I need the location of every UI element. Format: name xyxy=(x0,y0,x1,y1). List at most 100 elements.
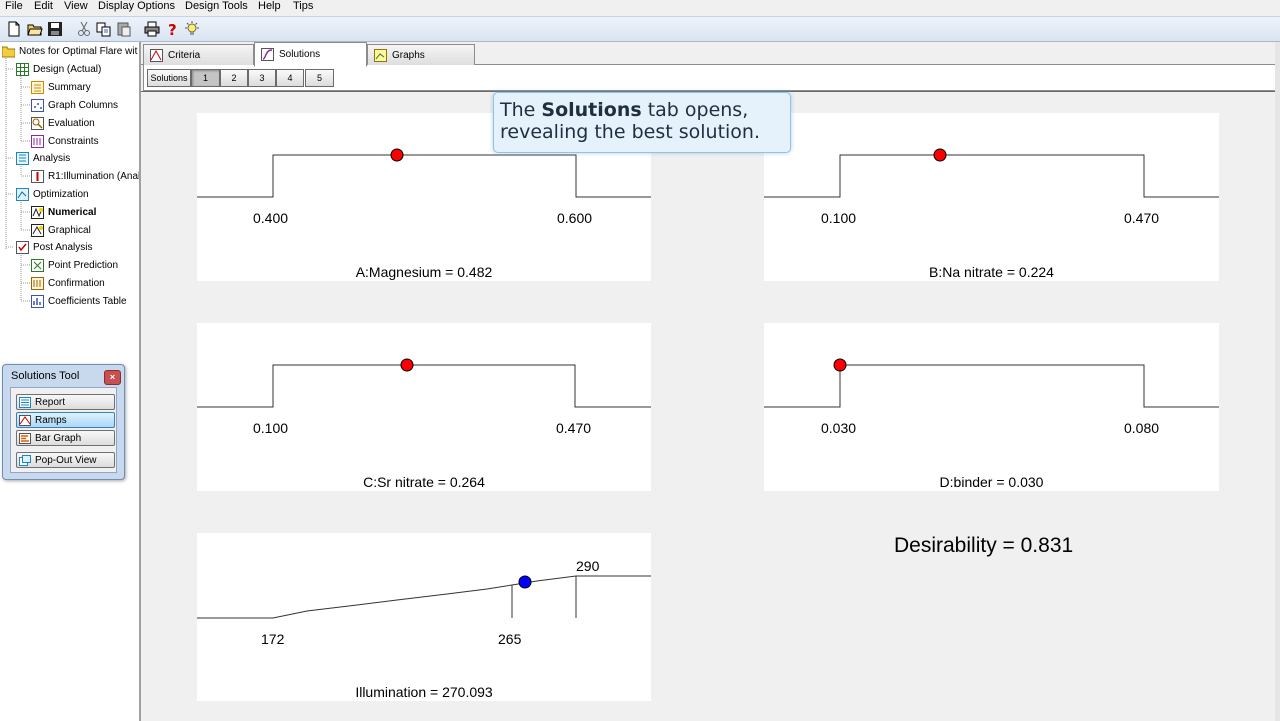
solutions-tool-window[interactable]: Solutions Tool × Report Ramps Bar Graph … xyxy=(2,364,125,480)
solution-3-button[interactable]: 3 xyxy=(248,69,276,87)
pop-out-view-label: Pop-Out View xyxy=(35,454,97,466)
cut-icon[interactable] xyxy=(75,20,93,38)
factor-value-label: C:Sr nitrate = 0.264 xyxy=(363,474,485,490)
folder-icon xyxy=(2,46,15,57)
low-tick-label: 0.100 xyxy=(821,210,857,226)
high-tick-label: 0.600 xyxy=(557,210,593,226)
menu-display-options[interactable]: Display Options xyxy=(98,0,175,13)
tree-item-post-analysis[interactable]: Post Analysis xyxy=(16,239,92,255)
tree-label: Graphical xyxy=(48,224,91,236)
factor-value-label: A:Magnesium = 0.482 xyxy=(355,264,493,280)
tree-item-r1-illumination[interactable]: R1:Illumination (Anal xyxy=(31,168,139,184)
solution-marker xyxy=(400,358,414,372)
tree-item-numerical[interactable]: Numerical xyxy=(31,204,96,220)
high-tick-label: 290 xyxy=(576,558,600,574)
solutions-tool-title: Solutions Tool xyxy=(11,370,80,382)
tree-item-design[interactable]: Design (Actual) xyxy=(16,61,101,77)
paste-icon[interactable] xyxy=(115,20,133,38)
ramp-line xyxy=(197,154,651,198)
solution-4-button[interactable]: 4 xyxy=(276,69,304,87)
tree-item-graphical[interactable]: Graphical xyxy=(31,222,91,238)
callout-text-pre: The xyxy=(500,99,542,121)
tree-item-coefficients-table[interactable]: Coefficients Table xyxy=(31,293,127,309)
pop-out-view-button[interactable]: Pop-Out View xyxy=(16,452,115,468)
ramp-plot xyxy=(764,148,1219,198)
menu-edit[interactable]: Edit xyxy=(34,0,53,13)
ramp-panel-illumination: 172 265 290 Illumination = 270.093 xyxy=(197,533,651,701)
graph-columns-icon xyxy=(31,98,44,112)
tree-item-summary[interactable]: Summary xyxy=(31,79,91,95)
design-grid-icon xyxy=(16,62,29,76)
tree-item-analysis[interactable]: Analysis xyxy=(16,150,70,166)
tree-label: Numerical xyxy=(48,206,97,218)
help-icon[interactable]: ? xyxy=(163,20,181,38)
tree-item-evaluation[interactable]: Evaluation xyxy=(31,115,95,131)
callout-line-2: revealing the best solution. xyxy=(500,121,760,143)
menu-bar: File Edit View Display Options Design To… xyxy=(0,0,1280,14)
print-icon[interactable] xyxy=(143,20,161,38)
criteria-icon xyxy=(150,48,163,62)
tree-label: Optimization xyxy=(33,188,89,200)
response-icon xyxy=(31,169,44,183)
tutorial-callout: The Solutions tab opens, revealing the b… xyxy=(493,92,791,153)
constraints-icon xyxy=(31,134,44,148)
report-label: Report xyxy=(35,396,66,408)
window-edge xyxy=(1275,42,1280,721)
ramp-plot xyxy=(197,358,651,408)
tree-label: Post Analysis xyxy=(33,241,93,253)
tree-item-constraints[interactable]: Constraints xyxy=(31,133,99,149)
pop-out-icon xyxy=(19,454,31,466)
ramp-line xyxy=(197,364,651,408)
solutions-label-button[interactable]: Solutions xyxy=(147,69,191,87)
menu-tips[interactable]: Tips xyxy=(293,0,313,13)
tree-item-graph-columns[interactable]: Graph Columns xyxy=(31,97,118,113)
solutions-selector-bar: Solutions 1 2 3 4 5 xyxy=(143,65,1276,91)
desirability-value: Desirability = 0.831 xyxy=(894,534,1074,557)
analysis-icon xyxy=(16,151,29,165)
factor-value-label: D:binder = 0.030 xyxy=(939,474,1044,490)
menu-view[interactable]: View xyxy=(64,0,88,13)
menu-file[interactable]: File xyxy=(5,0,23,13)
bar-graph-button[interactable]: Bar Graph xyxy=(16,430,115,446)
menu-design-tools[interactable]: Design Tools xyxy=(185,0,248,13)
solution-5-button[interactable]: 5 xyxy=(305,69,334,87)
ramps-button[interactable]: Ramps xyxy=(16,412,115,428)
ramp-line xyxy=(764,154,1219,198)
callout-line-1: The Solutions tab opens, xyxy=(500,99,790,121)
target-tick-label: 265 xyxy=(498,631,522,647)
solution-1-button[interactable]: 1 xyxy=(191,69,220,87)
tips-bulb-icon[interactable] xyxy=(183,20,201,38)
toolbar: ? xyxy=(0,16,1280,42)
post-analysis-icon xyxy=(16,240,29,254)
ramps-icon xyxy=(19,414,31,426)
new-file-icon[interactable] xyxy=(5,20,23,38)
optimization-icon xyxy=(16,187,29,201)
solution-marker xyxy=(933,148,947,162)
bar-graph-icon xyxy=(19,432,31,444)
tree-root-notes[interactable]: Notes for Optimal Flare wit xyxy=(2,43,137,59)
save-icon[interactable] xyxy=(46,20,64,38)
tree-item-optimization[interactable]: Optimization xyxy=(16,186,89,202)
tab-graphs[interactable]: Graphs xyxy=(367,44,475,66)
tab-criteria[interactable]: Criteria xyxy=(143,44,254,66)
summary-icon xyxy=(31,80,44,94)
response-value-label: Illumination = 270.093 xyxy=(355,684,493,700)
close-icon[interactable]: × xyxy=(104,370,121,385)
tree-item-point-prediction[interactable]: Point Prediction xyxy=(31,257,118,273)
solution-2-button[interactable]: 2 xyxy=(220,69,248,87)
tree-label: Confirmation xyxy=(48,277,105,289)
copy-icon[interactable] xyxy=(95,20,113,38)
open-folder-icon[interactable] xyxy=(26,20,44,38)
high-tick-label: 0.080 xyxy=(1124,420,1160,436)
tab-solutions[interactable]: Solutions xyxy=(254,42,367,67)
low-tick-label: 0.030 xyxy=(821,420,857,436)
tree-item-confirmation[interactable]: Confirmation xyxy=(31,275,105,291)
tree-label: Graph Columns xyxy=(48,99,119,111)
solutions-tool-body: Report Ramps Bar Graph Pop-Out View xyxy=(10,387,117,473)
report-button[interactable]: Report xyxy=(16,394,115,410)
menu-help[interactable]: Help xyxy=(258,0,281,13)
ramp-line xyxy=(764,364,1219,408)
evaluation-icon xyxy=(31,116,44,130)
factor-value-label: B:Na nitrate = 0.224 xyxy=(929,264,1054,280)
confirmation-icon xyxy=(31,276,44,290)
